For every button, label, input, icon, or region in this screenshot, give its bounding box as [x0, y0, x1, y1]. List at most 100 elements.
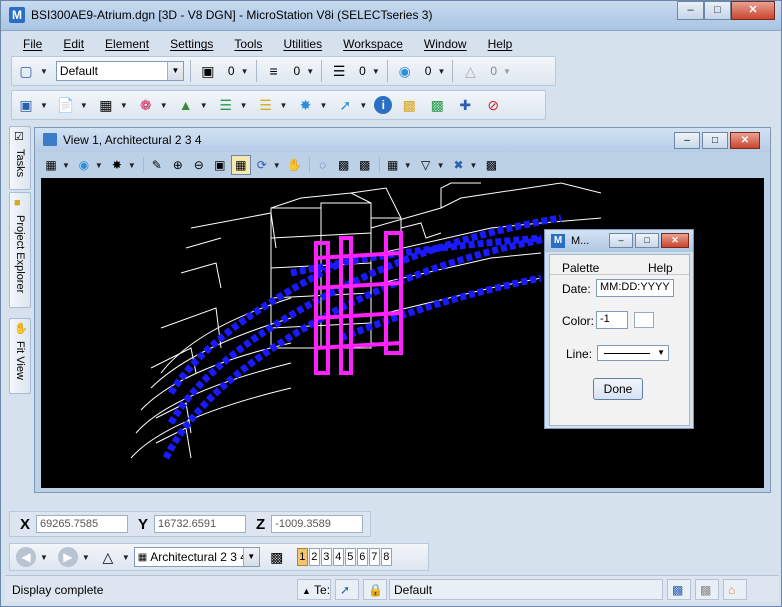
chevron-down-icon[interactable]: ▼	[128, 161, 136, 170]
minimize-icon[interactable]: –	[674, 132, 700, 149]
saved-view-combo[interactable]: ▦ Architectural 2 3 4 ▼	[133, 547, 260, 567]
lights-icon[interactable]: ✸	[107, 155, 127, 175]
rotate-view-icon[interactable]: ⟳	[252, 155, 272, 175]
x-field[interactable]: 69265.7585	[36, 515, 129, 533]
active-level-icon[interactable]: ▢	[15, 60, 37, 82]
chevron-down-icon[interactable]: ▼	[240, 101, 248, 110]
menu-file[interactable]: File	[9, 37, 49, 51]
models-icon[interactable]: ▦	[95, 94, 117, 116]
render-icon[interactable]: ▩	[481, 155, 501, 175]
chevron-down-icon[interactable]: ▼	[40, 101, 48, 110]
active-level-status[interactable]: Default	[389, 579, 663, 600]
chevron-down-icon[interactable]: ▼	[160, 101, 168, 110]
element-class-icon[interactable]: ◉	[394, 60, 416, 82]
close-icon[interactable]: ✕	[661, 233, 689, 248]
chevron-down-icon[interactable]: ▼	[80, 101, 88, 110]
references-icon[interactable]: ▩	[426, 94, 448, 116]
transparency-icon[interactable]: △	[459, 60, 481, 82]
chevron-down-icon[interactable]: ▼	[241, 67, 249, 76]
palette-icon[interactable]: ❁	[135, 94, 157, 116]
date-field[interactable]: MM:DD:YYYY	[596, 279, 674, 297]
find-icon[interactable]: ▩	[398, 94, 420, 116]
zoom-out-icon[interactable]: ⊖	[189, 155, 209, 175]
text-status[interactable]: ▲ Te:	[297, 579, 331, 600]
chevron-down-icon[interactable]: ▼	[657, 348, 665, 357]
chevron-down-icon[interactable]: ▼	[122, 553, 130, 562]
view-next-icon[interactable]: ▩	[334, 155, 354, 175]
zoom-in-icon[interactable]: ⊕	[168, 155, 188, 175]
view-number-1[interactable]: 1	[296, 548, 308, 566]
minimize-icon[interactable]: –	[677, 1, 704, 20]
design-history-icon[interactable]: ▩	[695, 579, 719, 600]
display-style-icon[interactable]: ◉	[74, 155, 94, 175]
update-view-icon[interactable]: ✎	[147, 155, 167, 175]
chevron-down-icon[interactable]: ▼	[319, 101, 327, 110]
color-icon[interactable]: ▣	[197, 60, 219, 82]
maximize-icon[interactable]: □	[702, 132, 728, 149]
chevron-down-icon[interactable]: ▼	[404, 161, 412, 170]
menu-help[interactable]: Help	[474, 37, 520, 51]
menu-window[interactable]: Window	[410, 37, 474, 51]
line-style-icon[interactable]: ≡	[263, 60, 285, 82]
view-number-6[interactable]: 6	[356, 548, 368, 566]
snap-status[interactable]: ➚	[335, 579, 359, 600]
chevron-down-icon[interactable]: ▼	[359, 101, 367, 110]
chevron-down-icon[interactable]: ▼	[372, 67, 380, 76]
accudraw-icon[interactable]: ➚	[334, 94, 356, 116]
level-manager-icon[interactable]: ☰	[215, 94, 237, 116]
fit-view-icon[interactable]: ▦	[230, 155, 251, 175]
tab-fit-view[interactable]: ✋ Fit View	[9, 318, 31, 394]
chevron-down-icon[interactable]: ▼	[273, 161, 281, 170]
close-icon[interactable]: ✕	[731, 1, 775, 20]
level-display-icon[interactable]: ☰	[255, 94, 277, 116]
home-icon[interactable]: ⌂	[723, 579, 747, 600]
y-field[interactable]: 16732.6591	[154, 515, 247, 533]
window-area-icon[interactable]: ▣	[210, 155, 230, 175]
chevron-down-icon[interactable]: ▼	[470, 161, 478, 170]
menu-edit[interactable]: Edit	[49, 37, 91, 51]
menu-utilities[interactable]: Utilities	[269, 37, 329, 51]
chevron-down-icon[interactable]: ▼	[280, 101, 288, 110]
chevron-down-icon[interactable]: ▼	[200, 101, 208, 110]
chevron-down-icon[interactable]: ▼	[166, 62, 183, 80]
chevron-down-icon[interactable]: ▼	[120, 101, 128, 110]
close-icon[interactable]: ✕	[730, 132, 760, 149]
copy-view-icon[interactable]: ▩	[355, 155, 375, 175]
maximize-icon[interactable]: □	[704, 1, 731, 20]
cube-icon[interactable]: ▣	[15, 94, 37, 116]
view-previous-icon[interactable]: ◌	[313, 155, 333, 175]
save-icon[interactable]: ▩	[667, 579, 691, 600]
menu-tools[interactable]: Tools	[220, 37, 269, 51]
dialog-menu-help[interactable]: Help	[648, 261, 673, 275]
camera-icon[interactable]: ✖	[449, 155, 469, 175]
color-swatch[interactable]	[634, 312, 654, 328]
view-number-2[interactable]: 2	[308, 548, 320, 566]
line-style-combo[interactable]: ▼	[597, 345, 669, 361]
chevron-down-icon[interactable]: ▼	[40, 553, 48, 562]
minimize-icon[interactable]: –	[609, 233, 633, 248]
menu-workspace[interactable]: Workspace	[329, 37, 410, 51]
clip-volume-icon[interactable]: ▦	[383, 155, 403, 175]
chevron-down-icon[interactable]: ▼	[95, 161, 103, 170]
view-number-4[interactable]: 4	[332, 548, 344, 566]
tab-tasks[interactable]: ☑ Tasks	[9, 126, 31, 190]
no-entry-icon[interactable]: ⊘	[482, 94, 504, 116]
pan-view-icon[interactable]: ✋	[285, 155, 305, 175]
info-icon[interactable]: i	[374, 96, 393, 114]
z-field[interactable]: -1009.3589	[271, 515, 364, 533]
chevron-down-icon[interactable]: ▼	[40, 67, 48, 76]
view-number-3[interactable]: 3	[320, 548, 332, 566]
forward-icon[interactable]: ▶	[57, 547, 78, 567]
level-combo[interactable]: Default ▼	[55, 61, 184, 81]
lock-icon[interactable]: 🔒	[363, 579, 387, 600]
snap-icon[interactable]: ✸	[294, 94, 316, 116]
raster-icon[interactable]: ▲	[175, 94, 197, 116]
view-attributes-icon[interactable]: ▦	[41, 155, 61, 175]
document-icon[interactable]: 📄	[55, 94, 77, 116]
dialog-menu-palette[interactable]: Palette	[562, 261, 599, 275]
chevron-down-icon[interactable]: ▼	[306, 67, 314, 76]
chevron-down-icon[interactable]: ▼	[242, 548, 259, 566]
microstation-logo-icon[interactable]: M	[9, 7, 25, 23]
color-field[interactable]: -1	[596, 311, 628, 329]
maximize-icon[interactable]: □	[635, 233, 659, 248]
